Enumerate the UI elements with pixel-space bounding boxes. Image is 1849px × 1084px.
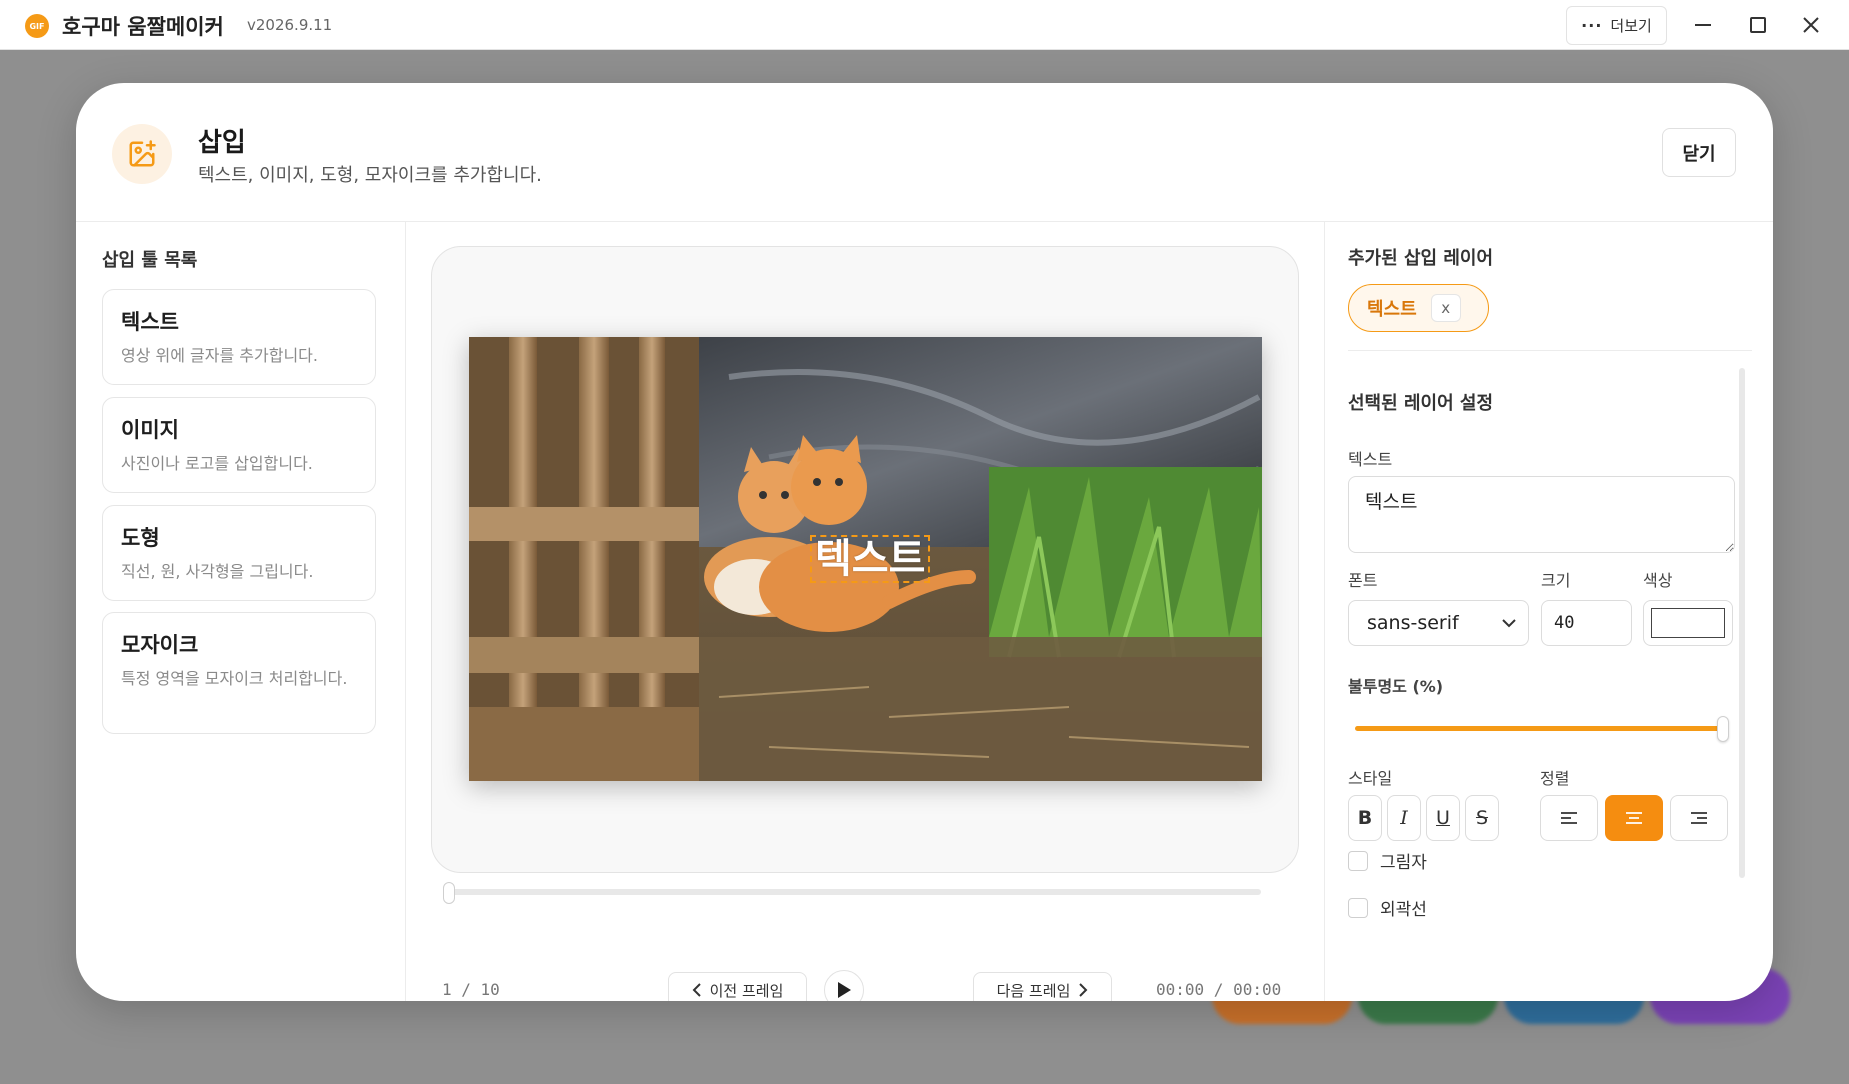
prev-frame-button[interactable]: 이전 프레임 <box>668 972 807 1001</box>
font-select[interactable]: sans-serif <box>1348 600 1529 646</box>
bold-button[interactable]: B <box>1348 795 1382 841</box>
align-center-icon <box>1626 812 1642 824</box>
app-logo: GIF <box>25 14 49 38</box>
layer-chip-text[interactable]: 텍스트 x <box>1348 284 1489 332</box>
remove-layer-button[interactable]: x <box>1430 294 1461 322</box>
align-left-icon <box>1561 812 1577 824</box>
tool-list-panel: 삽입 툴 목록 텍스트 영상 위에 글자를 추가합니다. 이미지 사진이나 로고… <box>76 222 406 1001</box>
close-modal-button[interactable]: 닫기 <box>1662 128 1736 177</box>
more-label: 더보기 <box>1610 17 1652 35</box>
settings-heading: 선택된 레이어 설정 <box>1348 393 1494 414</box>
frame-preview-image[interactable]: 텍스트 <box>469 337 1262 781</box>
size-input[interactable]: 40 <box>1541 600 1632 646</box>
layers-heading: 추가된 삽입 레이어 <box>1348 248 1494 269</box>
window-close-button[interactable] <box>1793 8 1829 42</box>
tool-list-heading: 삽입 툴 목록 <box>102 250 198 271</box>
maximize-icon <box>1750 17 1766 33</box>
title-bar: GIF 호구마 움짤메이커 v2026.9.11 ··· 더보기 <box>0 0 1849 50</box>
font-label: 폰트 <box>1348 571 1378 590</box>
frame-counter: 1 / 10 <box>442 980 500 999</box>
overlay-text-layer[interactable]: 텍스트 <box>810 535 931 583</box>
tool-title: 텍스트 <box>121 310 179 334</box>
align-left-button[interactable] <box>1540 795 1598 841</box>
underline-button[interactable]: U <box>1426 795 1460 841</box>
divider <box>1348 350 1752 351</box>
text-content-input[interactable] <box>1348 476 1735 553</box>
style-label: 스타일 <box>1348 769 1393 788</box>
size-label: 크기 <box>1541 571 1571 590</box>
text-field-label: 텍스트 <box>1348 450 1393 469</box>
tool-card-mosaic[interactable]: 모자이크 특정 영역을 모자이크 처리합니다. <box>102 612 376 734</box>
settings-scrollbar[interactable] <box>1739 368 1745 878</box>
tool-card-text[interactable]: 텍스트 영상 위에 글자를 추가합니다. <box>102 289 376 385</box>
insert-modal: 삽입 텍스트, 이미지, 도형, 모자이크를 추가합니다. 닫기 삽입 툴 목록… <box>76 83 1773 1001</box>
tool-desc: 특정 영역을 모자이크 처리합니다. <box>121 669 348 688</box>
chevron-left-icon <box>692 983 701 997</box>
opacity-label: 불투명도 (%) <box>1348 677 1444 696</box>
font-select-value: sans-serif <box>1367 612 1459 634</box>
align-center-button[interactable] <box>1605 795 1663 841</box>
chevron-down-icon <box>1502 619 1516 628</box>
preview-area: 텍스트 <box>431 246 1299 873</box>
minimize-button[interactable] <box>1685 8 1721 42</box>
color-label: 색상 <box>1643 571 1673 590</box>
play-button[interactable] <box>824 970 864 1001</box>
more-dots-icon: ··· <box>1581 16 1603 35</box>
maximize-button[interactable] <box>1740 8 1776 42</box>
app-title: 호구마 움짤메이커 <box>62 15 224 39</box>
align-right-button[interactable] <box>1670 795 1728 841</box>
timeline-slider[interactable] <box>443 882 1261 904</box>
more-button[interactable]: ··· 더보기 <box>1566 6 1667 45</box>
layer-chip-label: 텍스트 <box>1367 299 1417 320</box>
next-frame-label: 다음 프레임 <box>996 981 1071 1000</box>
timeline-thumb[interactable] <box>443 882 455 904</box>
app-version: v2026.9.11 <box>247 16 333 34</box>
time-display: 00:00 / 00:00 <box>1156 980 1282 999</box>
tool-title: 이미지 <box>121 418 179 442</box>
outline-label: 외곽선 <box>1380 900 1427 920</box>
tool-title: 도형 <box>121 526 160 550</box>
strikethrough-button[interactable]: S <box>1465 795 1499 841</box>
chevron-right-icon <box>1079 983 1088 997</box>
opacity-slider-thumb[interactable] <box>1717 716 1729 742</box>
close-icon <box>1803 17 1819 33</box>
preview-panel: 텍스트 1 / 10 이전 프레임 다음 프레임 00:00 / 00:00 <box>406 222 1324 1001</box>
prev-frame-label: 이전 프레임 <box>709 981 784 1000</box>
image-plus-icon <box>112 124 172 184</box>
tool-desc: 직선, 원, 사각형을 그립니다. <box>121 562 314 581</box>
shadow-checkbox[interactable] <box>1348 850 1368 871</box>
outline-option[interactable]: 외곽선 <box>1348 895 1427 920</box>
align-right-icon <box>1691 812 1707 824</box>
align-label: 정렬 <box>1540 769 1570 788</box>
tool-card-image[interactable]: 이미지 사진이나 로고를 삽입합니다. <box>102 397 376 493</box>
italic-button[interactable]: I <box>1387 795 1421 841</box>
play-icon <box>838 982 851 998</box>
tool-desc: 영상 위에 글자를 추가합니다. <box>121 346 318 365</box>
tool-title: 모자이크 <box>121 633 199 657</box>
color-swatch <box>1651 608 1725 638</box>
modal-header: 삽입 텍스트, 이미지, 도형, 모자이크를 추가합니다. 닫기 <box>76 83 1773 222</box>
shadow-option[interactable]: 그림자 <box>1348 848 1427 873</box>
opacity-slider[interactable] <box>1355 726 1723 731</box>
next-frame-button[interactable]: 다음 프레임 <box>973 972 1112 1001</box>
layer-settings-panel: 추가된 삽입 레이어 텍스트 x 선택된 레이어 설정 텍스트 폰트 크기 색상… <box>1324 222 1773 1001</box>
minimize-icon <box>1695 24 1711 26</box>
tool-desc: 사진이나 로고를 삽입합니다. <box>121 454 313 473</box>
outline-checkbox[interactable] <box>1348 897 1368 918</box>
modal-title: 삽입 <box>198 128 246 158</box>
shadow-label: 그림자 <box>1380 853 1427 873</box>
modal-subtitle: 텍스트, 이미지, 도형, 모자이크를 추가합니다. <box>198 165 542 186</box>
tool-card-shape[interactable]: 도형 직선, 원, 사각형을 그립니다. <box>102 505 376 601</box>
color-picker[interactable] <box>1643 600 1733 646</box>
